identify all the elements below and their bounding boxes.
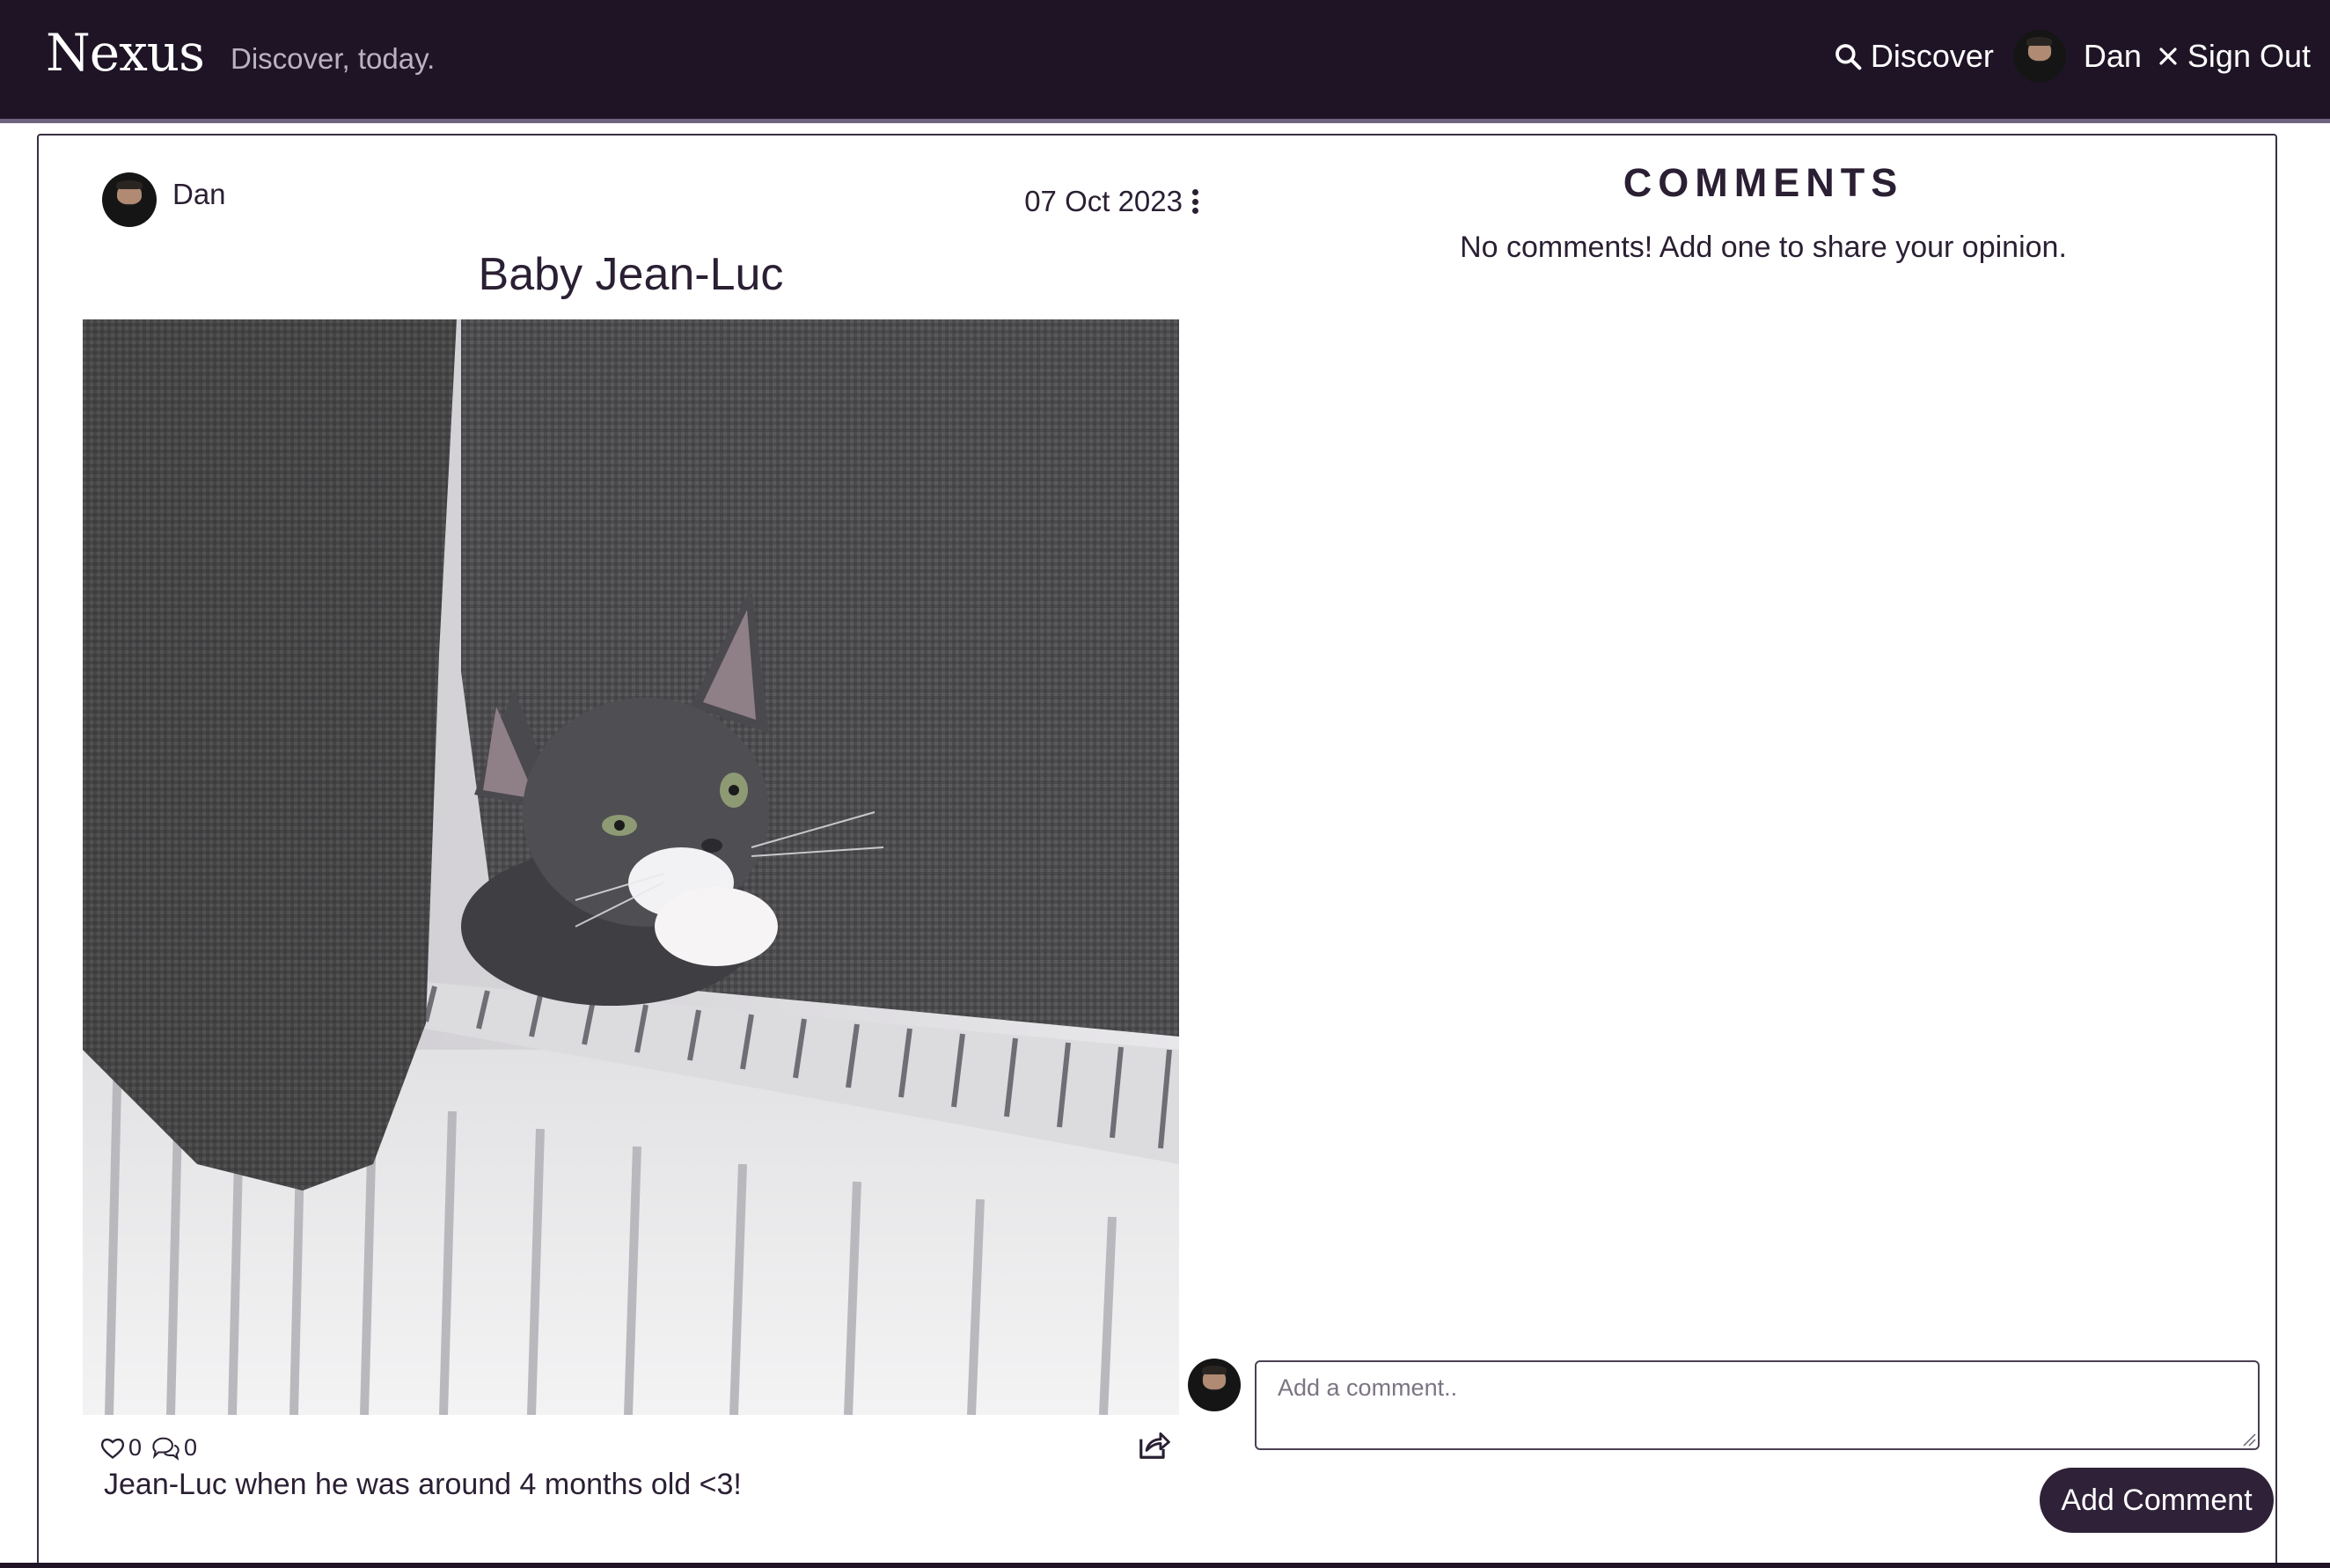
- post-image: [83, 319, 1179, 1415]
- heart-icon: [100, 1438, 125, 1459]
- bottom-edge: [0, 1563, 2330, 1568]
- like-button[interactable]: 0: [100, 1434, 142, 1462]
- author-name: Dan: [172, 178, 226, 210]
- resize-grip-icon[interactable]: [2242, 1432, 2256, 1447]
- post-header: Dan 07 Oct 2023: [102, 172, 1202, 234]
- discover-link[interactable]: Discover: [1834, 38, 1994, 75]
- discover-label: Discover: [1870, 38, 1994, 74]
- add-comment-button[interactable]: Add Comment: [2040, 1468, 2274, 1533]
- comments-heading: COMMENTS: [1623, 160, 1904, 205]
- share-icon: [1139, 1432, 1170, 1459]
- comment-count: 0: [184, 1434, 198, 1461]
- post-author[interactable]: Dan: [102, 172, 226, 227]
- like-count: 0: [128, 1434, 143, 1461]
- post-stats: 0 0: [100, 1427, 1170, 1471]
- comments-icon: [152, 1437, 180, 1461]
- sign-out-link[interactable]: Sign Out: [2158, 38, 2311, 75]
- post-card: Dan 07 Oct 2023 Baby Jean-Luc 0 0 Jean-L…: [37, 134, 2277, 1566]
- avatar: [1188, 1359, 1241, 1411]
- nav-actions: Discover Dan Sign Out: [1834, 30, 2311, 83]
- sign-out-label: Sign Out: [2187, 38, 2311, 74]
- close-icon: [2159, 48, 2177, 65]
- search-icon: [1835, 44, 1862, 70]
- post-date-text: 07 Oct 2023: [1024, 185, 1183, 217]
- share-button[interactable]: [1137, 1429, 1170, 1465]
- user-profile-link[interactable]: Dan: [2012, 30, 2142, 83]
- kebab-menu-icon[interactable]: [1188, 187, 1202, 216]
- avatar: [2012, 30, 2066, 83]
- user-name: Dan: [2083, 38, 2142, 74]
- post-title: Baby Jean-Luc: [478, 249, 784, 300]
- brand-logo[interactable]: Nexus: [46, 23, 205, 83]
- avatar: [102, 172, 157, 227]
- brand-tagline: Discover, today.: [231, 42, 436, 75]
- post-counts: 0 0: [100, 1434, 197, 1462]
- comment-input[interactable]: [1255, 1360, 2260, 1450]
- comments-count-button[interactable]: 0: [150, 1434, 197, 1462]
- top-navbar: Nexus Discover, today. Discover Dan Sign…: [0, 0, 2330, 123]
- post-date: 07 Oct 2023: [1024, 185, 1202, 218]
- post-caption: Jean-Luc when he was around 4 months old…: [104, 1468, 742, 1501]
- empty-comments-message: No comments! Add one to share your opini…: [1460, 231, 2067, 264]
